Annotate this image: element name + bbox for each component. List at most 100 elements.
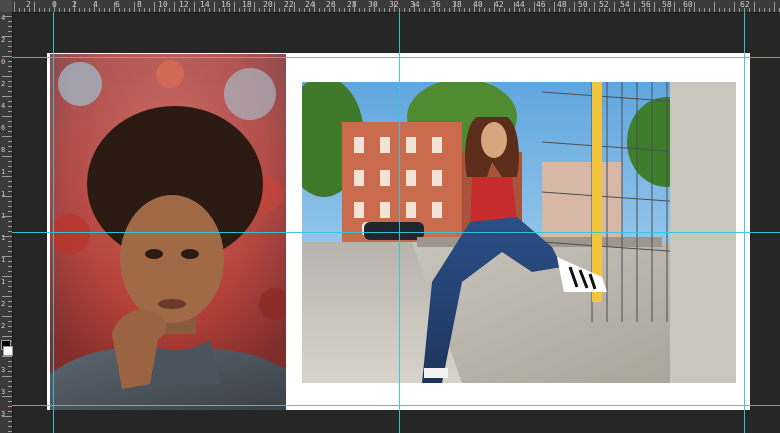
ruler-tick [634, 2, 635, 12]
ruler-tick [604, 8, 605, 12]
ruler-tick [434, 2, 435, 12]
ruler-tick [109, 8, 110, 12]
ruler-tick [429, 8, 430, 12]
ruler-tick [2, 236, 12, 237]
ruler-tick [119, 8, 120, 12]
ruler-tick [244, 8, 245, 12]
ruler-tick [154, 2, 155, 12]
ruler-tick [674, 2, 675, 12]
ruler-tick [569, 8, 570, 12]
ruler-tick [8, 186, 12, 187]
ruler-tick [8, 251, 12, 252]
ruler-tick [8, 21, 12, 22]
ruler-tick [194, 2, 195, 12]
ruler-tick [8, 311, 12, 312]
ruler-tick [8, 246, 12, 247]
ruler-tick [314, 2, 315, 12]
ruler-tick [144, 8, 145, 12]
ruler-tick [289, 8, 290, 12]
ruler-tick [494, 2, 495, 12]
ruler-tick [8, 306, 12, 307]
ruler-tick [2, 256, 12, 257]
horizontal-guide[interactable] [12, 232, 780, 233]
ruler-tick [8, 431, 12, 432]
ruler-tick [339, 8, 340, 12]
ruler-tick [459, 8, 460, 12]
ruler-tick [169, 8, 170, 12]
vertical-guide[interactable] [53, 12, 54, 433]
color-swatches[interactable] [0, 340, 13, 380]
ruler-tick [474, 2, 475, 12]
ruler-tick [8, 51, 12, 52]
vertical-guide[interactable] [744, 12, 745, 433]
ruler-tick [264, 8, 265, 12]
ruler-tick [59, 8, 60, 12]
ruler-tick [764, 8, 765, 12]
ruler-tick [2, 336, 12, 337]
ruler-tick [8, 266, 12, 267]
background-color-swatch[interactable] [3, 346, 13, 356]
ruler-tick [8, 121, 12, 122]
ruler-label: 1 [1, 168, 6, 176]
ruler-tick [594, 2, 595, 12]
ruler-tick [174, 2, 175, 12]
ruler-tick [724, 8, 725, 12]
ruler-tick [8, 86, 12, 87]
ruler-tick [24, 8, 25, 12]
ruler-tick [284, 8, 285, 12]
ruler-tick [529, 8, 530, 12]
ruler-tick [8, 46, 12, 47]
ruler-tick [8, 61, 12, 62]
ruler-tick [8, 271, 12, 272]
ruler-tick [8, 91, 12, 92]
horizontal-guide[interactable] [12, 405, 780, 406]
horizontal-guide[interactable] [12, 57, 780, 58]
ruler-tick [2, 296, 12, 297]
ruler-tick [2, 416, 12, 417]
ruler-tick [624, 8, 625, 12]
vertical-guide[interactable] [399, 12, 400, 433]
ruler-tick [179, 8, 180, 12]
ruler-tick [524, 8, 525, 12]
ruler-tick [769, 8, 770, 12]
ruler-tick [184, 8, 185, 12]
ruler-tick [8, 106, 12, 107]
ruler-tick [379, 8, 380, 12]
ruler-tick [404, 8, 405, 12]
top-ruler[interactable]: 2 0 2 4 6 8 10 12 14 16 18 20 22 24 26 2… [0, 0, 780, 13]
ruler-tick [2, 156, 12, 157]
ruler-tick [8, 126, 12, 127]
ruler-tick [8, 291, 12, 292]
ruler-tick [8, 331, 12, 332]
ruler-tick [344, 8, 345, 12]
ruler-tick [424, 8, 425, 12]
ruler-label: 2 [1, 322, 6, 330]
ruler-tick [619, 8, 620, 12]
ruler-tick [489, 8, 490, 12]
ruler-tick [689, 8, 690, 12]
ruler-tick [139, 8, 140, 12]
ruler-tick [2, 276, 12, 277]
ruler-tick [8, 141, 12, 142]
ruler-tick [8, 201, 12, 202]
ruler-tick [8, 111, 12, 112]
ruler-tick [8, 226, 12, 227]
ruler-tick [164, 8, 165, 12]
ruler-tick [384, 8, 385, 12]
ruler-tick [534, 2, 535, 12]
ruler-origin-corner[interactable] [0, 0, 12, 12]
ruler-tick [279, 8, 280, 12]
ruler-tick [299, 8, 300, 12]
ruler-tick [614, 2, 615, 12]
ruler-tick [49, 8, 50, 12]
ruler-tick [8, 391, 12, 392]
ruler-tick [2, 116, 12, 117]
ruler-tick [29, 8, 30, 12]
ruler-tick [8, 426, 12, 427]
ruler-tick [734, 2, 735, 12]
ruler-tick [8, 41, 12, 42]
ruler-label: 1 [1, 256, 6, 264]
ruler-tick [54, 2, 55, 12]
ruler-tick [19, 8, 20, 12]
ruler-tick [469, 8, 470, 12]
